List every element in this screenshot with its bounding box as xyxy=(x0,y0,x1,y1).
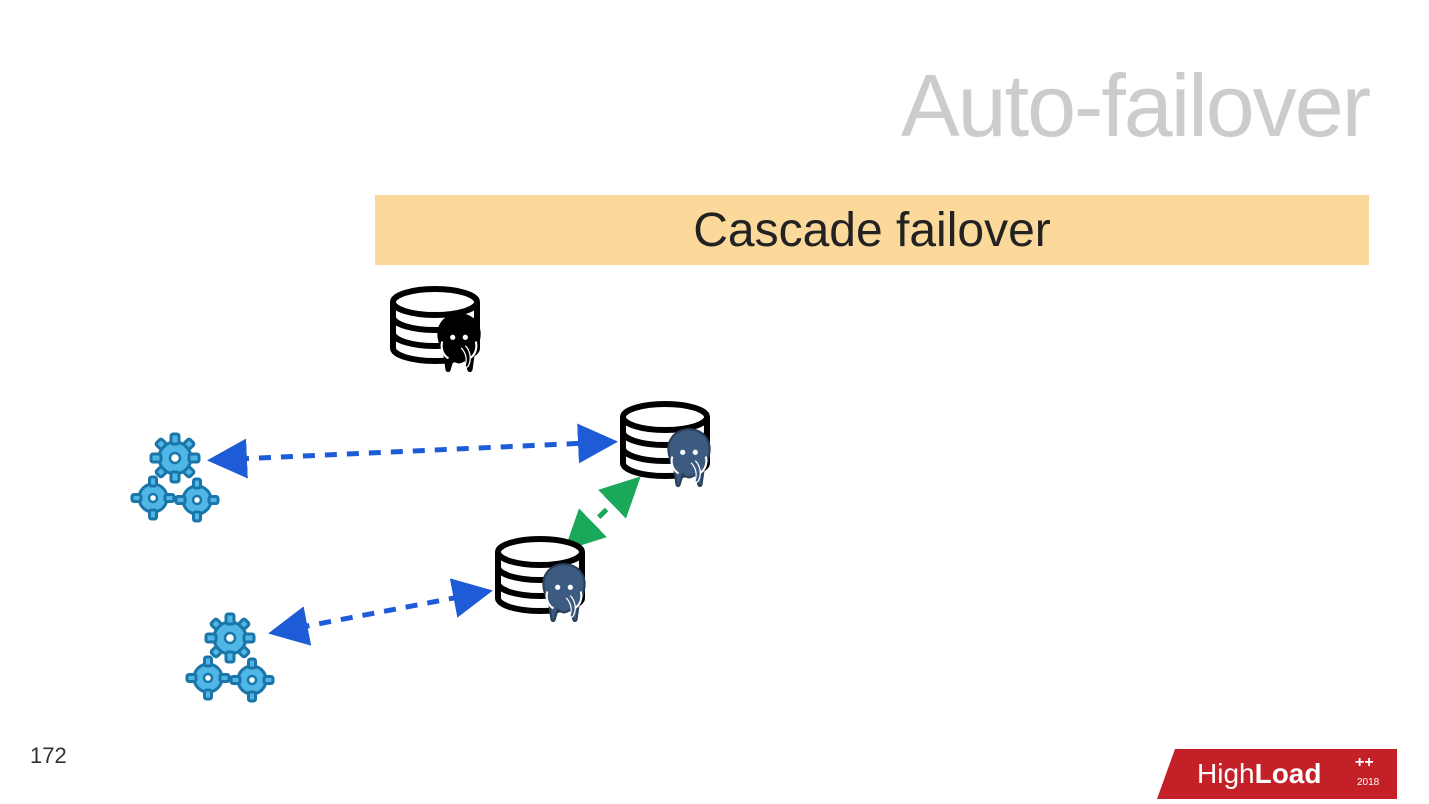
diagram-canvas xyxy=(0,0,1429,804)
db-replica-icon xyxy=(623,404,710,486)
svg-text:HighLoad: HighLoad xyxy=(1197,758,1321,789)
arrow-app-to-replica-mid xyxy=(215,442,610,460)
db-primary-icon xyxy=(393,289,480,371)
highload-logo: HighLoad ++ 2018 xyxy=(1157,743,1397,804)
db-replica-icon xyxy=(498,539,585,621)
arrow-replica-to-replica xyxy=(570,482,635,545)
page-number: 172 xyxy=(30,743,67,769)
logo-plus: ++ xyxy=(1355,754,1374,771)
arrow-app-to-replica-bottom xyxy=(276,592,485,632)
gear-cluster-icon xyxy=(187,614,273,701)
logo-year: 2018 xyxy=(1357,777,1380,788)
slide: Auto-failover Cascade failover xyxy=(0,0,1429,804)
logo-part2: Load xyxy=(1255,758,1322,789)
logo-part1: High xyxy=(1197,758,1255,789)
gear-cluster-icon xyxy=(132,434,218,521)
